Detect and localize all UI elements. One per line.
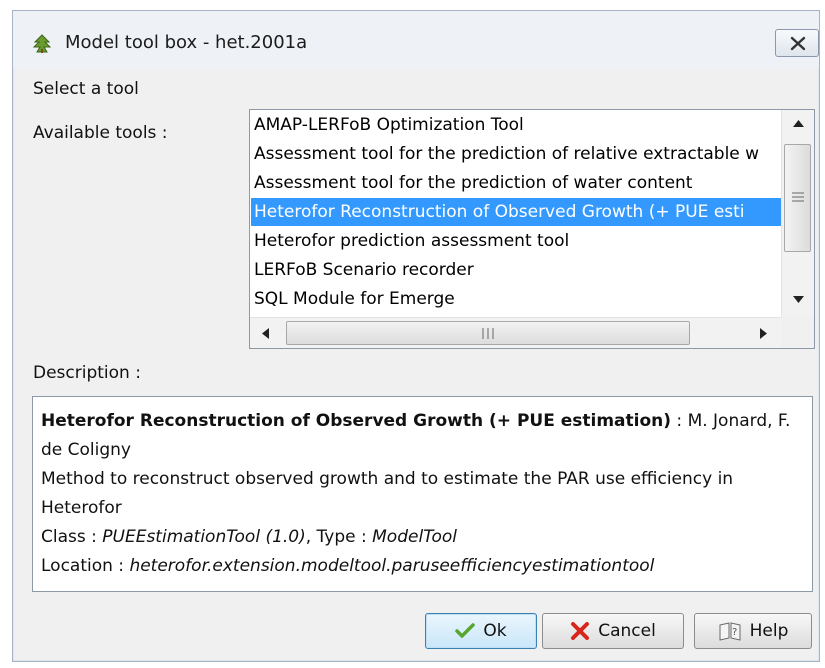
ok-button[interactable]: Ok [425, 613, 537, 649]
list-item[interactable]: LERFoB Scenario recorder [251, 256, 781, 284]
close-button[interactable] [775, 29, 819, 57]
help-book-icon: ? [719, 622, 741, 641]
list-item[interactable]: Assessment tool for the prediction of re… [251, 140, 781, 168]
checkmark-icon [455, 623, 476, 638]
window-title: Model tool box - het.2001a [65, 32, 308, 53]
class-label: Class : [41, 527, 103, 547]
class-value: PUEEstimationTool (1.0) [102, 527, 306, 547]
tool-description-text: Method to reconstruct observed growth an… [41, 469, 734, 518]
scroll-up-arrow-icon[interactable] [793, 120, 804, 127]
vertical-scrollbar[interactable] [781, 110, 814, 317]
tools-list[interactable]: AMAP-LERFoB Optimization Tool Assessment… [249, 109, 815, 349]
list-item[interactable]: AMAP-LERFoB Optimization Tool [251, 111, 781, 139]
location-label: Location : [41, 556, 130, 576]
location-value: heterofor.extension.modeltool.paruseeffi… [129, 556, 655, 576]
type-value: ModelTool [372, 527, 457, 547]
scroll-left-arrow-icon[interactable] [262, 328, 269, 339]
cancel-button[interactable]: Cancel [542, 613, 684, 649]
model-tool-box-dialog: Model tool box - het.2001a Select a tool… [12, 10, 820, 662]
help-button-label: Help [749, 621, 789, 641]
list-item[interactable]: SQL Module for Emerge [251, 285, 781, 313]
cancel-button-label: Cancel [598, 621, 656, 641]
scroll-corner [781, 317, 814, 348]
tools-list-items: AMAP-LERFoB Optimization Tool Assessment… [250, 110, 781, 317]
ok-button-label: Ok [483, 621, 507, 641]
scroll-down-arrow-icon[interactable] [793, 296, 804, 303]
available-tools-label: Available tools : [33, 123, 168, 143]
scroll-right-arrow-icon[interactable] [760, 328, 767, 339]
tool-location-line: Location : heterofor.extension.modeltool… [41, 552, 804, 581]
title-bar[interactable]: Model tool box - het.2001a [13, 11, 819, 69]
list-item[interactable]: Assessment tool for the prediction of wa… [251, 169, 781, 197]
help-button[interactable]: ? Help [694, 613, 812, 649]
vertical-scroll-thumb[interactable] [784, 144, 811, 252]
list-item[interactable]: Heterofor prediction assessment tool [251, 227, 781, 255]
grip-icon [792, 192, 804, 202]
cancel-x-icon [571, 622, 590, 640]
close-icon [790, 36, 806, 51]
tool-class-line: Class : PUEEstimationTool (1.0), Type : … [41, 523, 804, 552]
list-item-selected[interactable]: Heterofor Reconstruction of Observed Gro… [251, 198, 781, 226]
pine-tree-icon [31, 34, 53, 54]
horizontal-scrollbar[interactable] [250, 317, 781, 348]
description-label: Description : [33, 363, 141, 383]
horizontal-scroll-thumb[interactable] [286, 321, 690, 345]
select-tool-label: Select a tool [33, 79, 139, 99]
description-heading: Heterofor Reconstruction of Observed Gro… [41, 407, 804, 465]
type-label: , Type : [305, 527, 373, 547]
svg-text:?: ? [732, 627, 737, 638]
description-panel: Heterofor Reconstruction of Observed Gro… [32, 396, 813, 592]
tool-name: Heterofor Reconstruction of Observed Gro… [41, 411, 672, 431]
grip-icon [482, 328, 494, 339]
